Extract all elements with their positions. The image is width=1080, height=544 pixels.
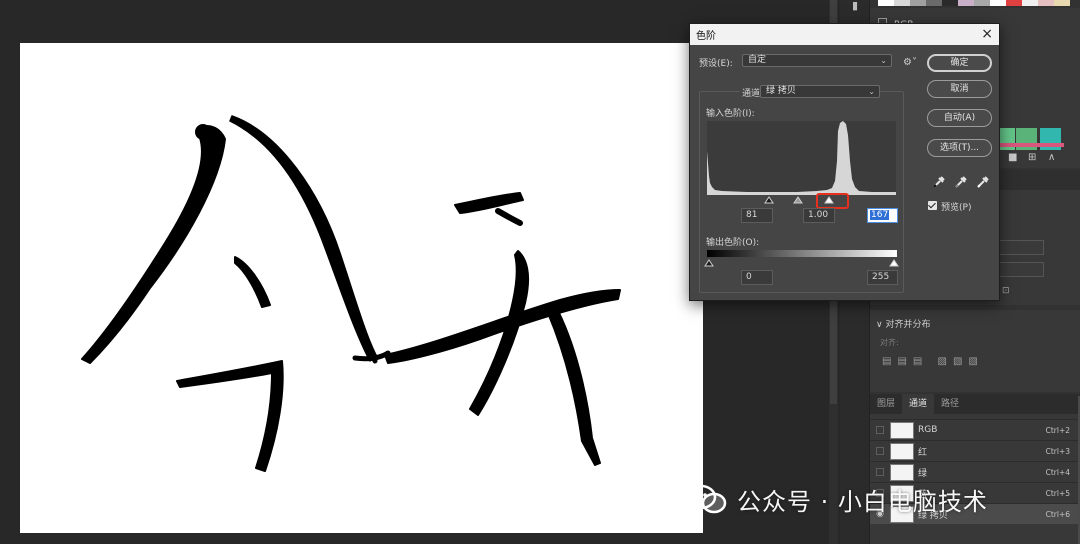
- output-black-field[interactable]: 0: [741, 270, 773, 285]
- channel-shortcut: Ctrl+3: [1045, 446, 1070, 456]
- gear-icon[interactable]: ⚙˅: [903, 57, 917, 68]
- channel-shortcut: Ctrl+4: [1045, 467, 1070, 477]
- input-slider-track[interactable]: [707, 194, 897, 206]
- preview-checkbox[interactable]: [928, 201, 937, 210]
- chevron-down-icon: ⌄: [868, 87, 875, 96]
- new-swatch-icon[interactable]: ⊞: [1028, 152, 1036, 163]
- black-eyedropper-icon[interactable]: [932, 175, 946, 189]
- swatch[interactable]: [1038, 0, 1054, 6]
- swatches-strip: [878, 0, 1070, 6]
- swatch[interactable]: [1006, 0, 1022, 6]
- prop-field-1[interactable]: [998, 240, 1044, 255]
- prop-align-icon[interactable]: ⊡: [1002, 286, 1010, 296]
- align-panel: ∨ 对齐并分布 对齐: ▤▤▤ ▧▧▧: [870, 310, 1080, 392]
- align-buttons[interactable]: ▤▤▤ ▧▧▧: [882, 356, 984, 367]
- calligraphy-artwork: [81, 115, 621, 472]
- highlight-box: [816, 193, 849, 209]
- swatch[interactable]: [942, 0, 958, 6]
- channel-name: RGB: [918, 425, 938, 435]
- swatch[interactable]: [894, 0, 910, 6]
- swatch-pink-row[interactable]: [994, 143, 1064, 147]
- visibility-toggle[interactable]: [870, 441, 890, 462]
- swatch[interactable]: [990, 0, 1006, 6]
- watermark: 公众号 · 小白电脑技术: [685, 478, 988, 520]
- channel-shortcut: Ctrl+2: [1045, 425, 1070, 435]
- gamma-handle: [793, 196, 803, 204]
- gray-eyedropper-icon[interactable]: [954, 175, 968, 189]
- output-slider-track[interactable]: [704, 258, 900, 268]
- histogram: [707, 121, 896, 195]
- ok-button[interactable]: 确定: [927, 54, 992, 72]
- swatch[interactable]: [1022, 0, 1038, 6]
- align-label: 对齐:: [880, 338, 899, 347]
- white-eyedropper-icon[interactable]: [976, 175, 990, 189]
- align-panel-title: 对齐并分布: [885, 320, 931, 330]
- watermark-text: 公众号 · 小白电脑技术: [737, 487, 988, 516]
- visibility-toggle[interactable]: [870, 420, 890, 441]
- channel-select[interactable]: 绿 拷贝 ⌄: [760, 85, 880, 98]
- input-white-field[interactable]: 167: [867, 208, 898, 223]
- preset-value: 自定: [748, 55, 767, 65]
- channel-shortcut: Ctrl+6: [1045, 509, 1070, 519]
- channel-row-red[interactable]: 红 Ctrl+3: [870, 440, 1080, 461]
- dialog-titlebar[interactable]: 色阶: [690, 24, 999, 45]
- comment-icon[interactable]: ▮: [848, 0, 862, 12]
- chevron-down-icon: ⌄: [880, 56, 887, 65]
- channel-name: 红: [918, 447, 928, 458]
- channel-row-rgb[interactable]: RGB Ctrl+2: [870, 419, 1080, 440]
- swatch[interactable]: [974, 0, 990, 6]
- cancel-button[interactable]: 取消: [927, 80, 992, 98]
- output-white-field[interactable]: 255: [867, 270, 898, 285]
- options-button[interactable]: 选项(T)...: [927, 139, 992, 157]
- input-white-value: 167: [870, 210, 890, 220]
- prop-field-2[interactable]: [998, 262, 1044, 277]
- channels-tabbar: 图层 通道 路径: [870, 394, 1080, 414]
- preview-label: 预览(P): [941, 203, 972, 213]
- input-black-field[interactable]: 81: [741, 208, 773, 223]
- close-icon[interactable]: ×: [981, 25, 993, 43]
- black-point-handle: [764, 196, 774, 204]
- auto-button[interactable]: 自动(A): [927, 109, 992, 127]
- output-levels-label: 输出色阶(O):: [706, 238, 760, 248]
- input-levels-label: 输入色阶(I):: [706, 109, 755, 119]
- channel-thumbnail: [890, 442, 914, 460]
- swatch[interactable]: [878, 0, 894, 6]
- swatch[interactable]: [958, 0, 974, 6]
- tab-layers[interactable]: 图层: [870, 394, 902, 414]
- wechat-icon: [685, 484, 727, 514]
- channel-name: 绿: [918, 468, 928, 479]
- tab-paths[interactable]: 路径: [934, 394, 966, 414]
- dialog-title: 色阶: [696, 31, 716, 42]
- output-gradient-bar: [707, 250, 897, 257]
- preset-label: 预设(E):: [699, 59, 733, 69]
- swatch[interactable]: [1054, 0, 1070, 6]
- channel-shortcut: Ctrl+5: [1045, 488, 1070, 498]
- channel-value: 绿 拷贝: [766, 86, 796, 96]
- input-gamma-field[interactable]: 1.00: [803, 208, 835, 223]
- levels-dialog: 色阶 × 预设(E): 自定 ⌄ ⚙˅ 确定 取消 自动(A) 选项(T)...…: [689, 23, 1000, 301]
- trash-icon[interactable]: ∧: [1048, 152, 1055, 163]
- align-panel-header[interactable]: ∨ 对齐并分布: [876, 317, 930, 330]
- document-canvas[interactable]: [20, 43, 703, 533]
- swatch[interactable]: [926, 0, 942, 6]
- tab-channels[interactable]: 通道: [902, 394, 935, 414]
- swatch[interactable]: [910, 0, 926, 6]
- preset-select[interactable]: 自定 ⌄: [742, 54, 892, 67]
- new-folder-icon[interactable]: ■: [1008, 152, 1017, 163]
- channel-thumbnail: [890, 421, 914, 439]
